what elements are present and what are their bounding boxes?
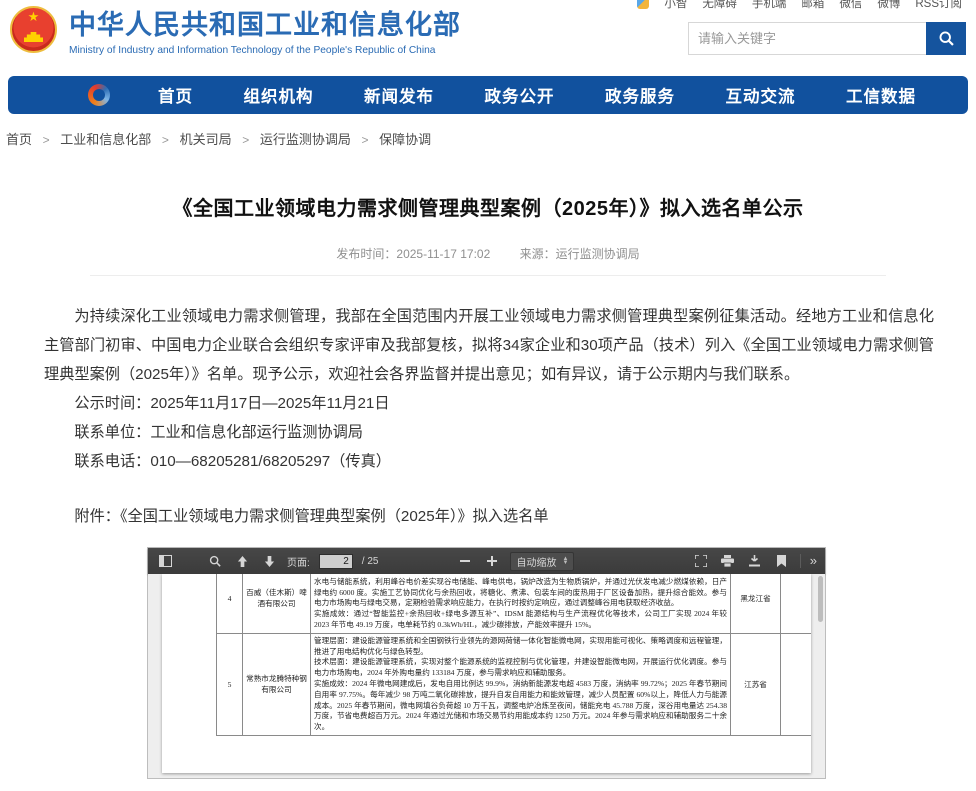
zoom-in-icon[interactable]	[483, 552, 501, 570]
emblem-star-icon: ★	[12, 10, 55, 24]
download-icon[interactable]	[746, 552, 764, 570]
toolbar-separator	[800, 554, 801, 568]
nav-item-home[interactable]: 首页	[158, 83, 193, 107]
breadcrumb-separator: >	[242, 133, 249, 147]
breadcrumb: 首页 > 工业和信息化部 > 机关司局 > 运行监测协调局 > 保障协调	[0, 114, 976, 154]
ministry-title-cn: 中华人民共和国工业和信息化部	[69, 3, 461, 42]
breadcrumb-separator: >	[361, 133, 368, 147]
pdf-viewer: 页面: / 25 自动缩放 ▲▼ »	[147, 547, 826, 779]
article-source: 来源：运行监测协调局	[520, 247, 640, 261]
empty-cell	[781, 574, 812, 633]
zoom-mode-label: 自动缩放	[516, 554, 556, 569]
page-label: 页面:	[287, 554, 310, 569]
nav-item-data[interactable]: 工信数据	[846, 83, 916, 107]
page-down-icon[interactable]	[260, 552, 278, 570]
search-icon	[938, 30, 955, 47]
site-header: 小智 无障碍 手机端 邮箱 微信 微博 RSS订阅 ★ 中华人民共和国工业和信息…	[0, 0, 976, 70]
page-number-input[interactable]	[319, 554, 353, 569]
article-body: 为持续深化工业领域电力需求侧管理，我部在全国范围内开展工业领域电力需求侧管理典型…	[44, 302, 934, 531]
page-up-icon[interactable]	[233, 552, 251, 570]
province-cell: 黑龙江省	[731, 574, 781, 633]
utility-link-mail[interactable]: 邮箱	[801, 0, 824, 11]
breadcrumb-separator: >	[43, 133, 50, 147]
page-total: / 25	[362, 556, 379, 567]
sidebar-toggle-icon[interactable]	[156, 552, 174, 570]
nav-item-gov-disclosure[interactable]: 政务公开	[485, 83, 555, 107]
search-button[interactable]	[926, 22, 966, 55]
nav-item-gov-services[interactable]: 政务服务	[605, 83, 675, 107]
breadcrumb-support-coordination[interactable]: 保障协调	[379, 132, 431, 147]
utility-link-rss[interactable]: RSS订阅	[915, 0, 962, 11]
case-detail-cell: 管理层面：建设能源管理系统和全国钢铁行业领先的源网荷储一体化智能微电网，实现用能…	[311, 633, 731, 735]
pdf-scrollbar[interactable]	[817, 574, 824, 778]
nav-item-interaction[interactable]: 互动交流	[726, 83, 796, 107]
nav-item-news[interactable]: 新闻发布	[364, 83, 434, 107]
publish-time: 发布时间：2025-11-17 17:02	[336, 247, 490, 261]
utility-links: 小智 无障碍 手机端 邮箱 微信 微博 RSS订阅	[637, 0, 962, 11]
miit-swirl-icon	[88, 84, 110, 106]
breadcrumb-miit[interactable]: 工业和信息化部	[60, 132, 151, 147]
breadcrumb-operation-bureau[interactable]: 运行监测协调局	[260, 132, 351, 147]
utility-link-weibo[interactable]: 微博	[877, 0, 900, 11]
case-detail-cell: 负荷分配，降低待机能耗，采用数字孪生技术模拟生产流程，预测峰值负荷并提前调整能源…	[311, 574, 731, 633]
zoom-select-arrows-icon: ▲▼	[562, 557, 568, 565]
zoom-out-icon[interactable]	[456, 552, 474, 570]
more-tools-icon[interactable]: »	[810, 554, 817, 568]
utility-link-wechat[interactable]: 微信	[839, 0, 862, 11]
assistant-icon	[637, 0, 649, 9]
zoom-select[interactable]: 自动缩放 ▲▼	[510, 552, 574, 571]
page-title: 《全国工业领域电力需求侧管理典型案例（2025年）》拟入选名单公示	[0, 192, 976, 221]
site-brand: ★ 中华人民共和国工业和信息化部 Ministry of Industry an…	[10, 3, 461, 56]
utility-link-xiaozhi[interactable]: 小智	[664, 0, 687, 11]
print-icon[interactable]	[719, 552, 737, 570]
province-cell: 江苏省	[731, 633, 781, 735]
breadcrumb-separator: >	[162, 133, 169, 147]
row-number-cell: 4	[217, 574, 243, 633]
public-period: 公示时间：2025年11月17日—2025年11月21日	[44, 389, 934, 418]
row-number-cell: 5	[217, 633, 243, 735]
find-icon[interactable]	[206, 552, 224, 570]
main-nav: 首页 组织机构 新闻发布 政务公开 政务服务 互动交流 工信数据	[8, 76, 968, 114]
pdf-toolbar: 页面: / 25 自动缩放 ▲▼ »	[148, 548, 825, 574]
site-search	[688, 22, 966, 55]
utility-link-accessibility[interactable]: 无障碍	[702, 0, 737, 11]
pdf-page: 4 百威（佳木斯）啤酒有限公司 负荷分配，降低待机能耗，采用数字孪生技术模拟生产…	[162, 574, 811, 773]
attachment-link[interactable]: 附件：《全国工业领域电力需求侧管理典型案例（2025年）》拟入选名单	[44, 502, 934, 531]
table-row: 5 常熟市龙腾特种钢有限公司 管理层面：建设能源管理系统和全国钢铁行业领先的源网…	[217, 633, 812, 735]
meta-divider	[90, 275, 886, 276]
contact-unit: 联系单位：工业和信息化部运行监测协调局	[44, 418, 934, 447]
article-meta: 发布时间：2025-11-17 17:02 来源：运行监测协调局	[0, 245, 976, 262]
pdf-case-table: 4 百威（佳木斯）啤酒有限公司 负荷分配，降低待机能耗，采用数字孪生技术模拟生产…	[216, 574, 811, 736]
empty-cell	[781, 633, 812, 735]
breadcrumb-departments[interactable]: 机关司局	[180, 132, 232, 147]
nav-item-organization[interactable]: 组织机构	[244, 83, 314, 107]
pdf-scrollbar-thumb[interactable]	[818, 576, 823, 622]
table-row: 4 百威（佳木斯）啤酒有限公司 负荷分配，降低待机能耗，采用数字孪生技术模拟生产…	[217, 574, 812, 633]
ministry-title-en: Ministry of Industry and Information Tec…	[69, 45, 461, 56]
search-input[interactable]	[688, 22, 926, 55]
emblem-gate-icon	[24, 32, 43, 42]
article-paragraph: 为持续深化工业领域电力需求侧管理，我部在全国范围内开展工业领域电力需求侧管理典型…	[44, 302, 934, 389]
utility-link-mobile[interactable]: 手机端	[752, 0, 787, 11]
presentation-mode-icon[interactable]	[692, 552, 710, 570]
company-cell: 百威（佳木斯）啤酒有限公司	[243, 574, 311, 633]
national-emblem-logo: ★	[10, 6, 57, 53]
breadcrumb-home[interactable]: 首页	[6, 132, 32, 147]
contact-phone: 联系电话：010—68205281/68205297（传真）	[44, 447, 934, 476]
company-cell: 常熟市龙腾特种钢有限公司	[243, 633, 311, 735]
pdf-content-area[interactable]: 4 百威（佳木斯）啤酒有限公司 负荷分配，降低待机能耗，采用数字孪生技术模拟生产…	[148, 574, 825, 778]
bookmark-icon[interactable]	[773, 552, 791, 570]
